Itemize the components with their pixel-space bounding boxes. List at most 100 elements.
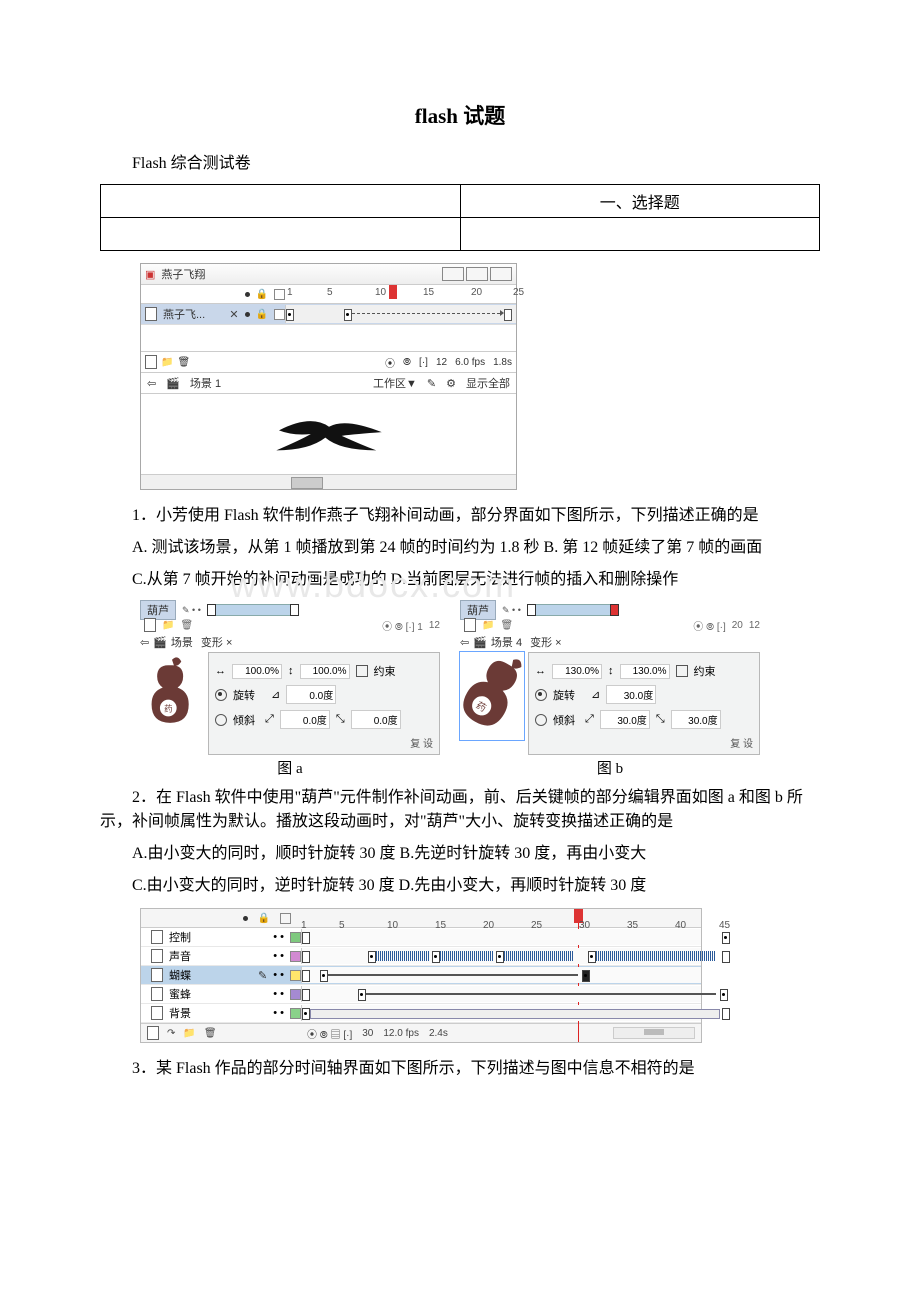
layer-name: 控制 bbox=[169, 929, 191, 945]
new-layer-icon bbox=[144, 618, 156, 632]
edit-scene-icon: ✎ bbox=[427, 377, 436, 390]
eye-icon bbox=[245, 292, 250, 297]
skew-h: 0.0度 bbox=[280, 710, 330, 729]
outline-box-icon bbox=[274, 289, 285, 300]
keyframe-icon bbox=[610, 604, 619, 616]
frame-ruler: 1 5 10 15 20 25 bbox=[285, 285, 516, 303]
scene-label: 场景 bbox=[171, 634, 193, 650]
layer-icon bbox=[151, 930, 163, 944]
figure-2b: 葫芦 ✎ • • 📁 🗑 ⦿ ⦾ [·] 20 12 ⇦ 🎬 场景 4 变形 × bbox=[460, 602, 760, 778]
color-box-icon bbox=[290, 951, 301, 962]
constrain-label: 约束 bbox=[374, 663, 396, 679]
layer-icon bbox=[151, 1006, 163, 1020]
layer-track bbox=[285, 305, 516, 323]
q2-stem: 2．在 Flash 软件中使用"葫芦"元件制作补间动画，前、后关键帧的部分编辑界… bbox=[100, 786, 820, 834]
q1-stem: 1．小芳使用 Flash 软件制作燕子飞翔补间动画，部分界面如下图所示，下列描述… bbox=[100, 504, 820, 528]
constrain-check bbox=[676, 665, 688, 677]
workarea-dropdown: 工作区▼ bbox=[373, 375, 417, 391]
scene-label: 场景 1 bbox=[190, 375, 221, 391]
intro-line: Flash 综合测试卷 bbox=[100, 152, 820, 176]
app-icon: ▣ bbox=[145, 268, 155, 281]
skew-v: 30.0度 bbox=[671, 710, 721, 729]
minimize-icon bbox=[442, 267, 464, 281]
bracket-icon: [·] bbox=[419, 357, 428, 368]
figure-label-b: 图 b bbox=[460, 757, 760, 778]
q2-option-cd: C.由小变大的同时，逆时针旋转 30 度 D.先由小变大，再顺时针旋转 30 度 bbox=[100, 874, 820, 898]
ruler-tick: 20 bbox=[471, 287, 482, 298]
color-box-icon bbox=[290, 932, 301, 943]
scale-w: 100.0% bbox=[232, 664, 282, 679]
skew-h: 30.0度 bbox=[600, 710, 650, 729]
section-table: 一、选择题 bbox=[100, 184, 820, 251]
ruler-tick: 15 bbox=[423, 287, 434, 298]
edit-symbol-icon: ⚙ bbox=[446, 377, 456, 390]
time-readout: 1.8s bbox=[493, 357, 512, 368]
gourd-thumb-selected: 药 bbox=[460, 652, 524, 740]
scene-icon: 🎬 bbox=[153, 636, 167, 649]
pencil-icon: ✎ • • bbox=[182, 605, 201, 616]
playhead-icon bbox=[389, 285, 397, 299]
pencil-icon: ✎ • • bbox=[502, 605, 521, 616]
layer-icon bbox=[151, 968, 163, 982]
trash-icon: 🗑 bbox=[180, 620, 193, 631]
transform-tab: 变形 × bbox=[201, 634, 232, 650]
ruler-20: 20 bbox=[732, 620, 743, 631]
scale-h: 100.0% bbox=[300, 664, 350, 679]
back-icon: ⇦ bbox=[147, 377, 156, 390]
trash-icon: 🗑 bbox=[177, 357, 190, 368]
panel-footer: 复 设 bbox=[215, 735, 433, 750]
ruler-tick: 5 bbox=[327, 287, 333, 298]
section-cell bbox=[101, 218, 461, 251]
tween-span bbox=[527, 604, 619, 616]
current-frame: 12 bbox=[436, 357, 447, 368]
layer-icon bbox=[145, 307, 157, 321]
rotate-radio bbox=[215, 689, 227, 701]
new-layer-icon bbox=[464, 618, 476, 632]
layer-name: 声音 bbox=[169, 948, 191, 964]
color-box-icon bbox=[290, 1008, 301, 1019]
eye-icon bbox=[243, 916, 248, 921]
gourd-thumb: 药 bbox=[140, 652, 204, 740]
section-cell bbox=[101, 185, 461, 218]
color-box-icon bbox=[290, 989, 301, 1000]
outline-box-icon bbox=[280, 913, 291, 924]
ruler-tick: 1 bbox=[287, 287, 293, 298]
rotate-label: 旋转 bbox=[553, 687, 575, 703]
back-icon: ⇦ bbox=[140, 636, 149, 649]
skew-v: 0.0度 bbox=[351, 710, 401, 729]
rotate-value: 30.0度 bbox=[606, 685, 656, 704]
layer-icon bbox=[151, 987, 163, 1001]
panel-footer: 复 设 bbox=[535, 735, 753, 750]
q1-option-ab: A. 测试该场景，从第 1 帧播放到第 24 帧的时间约为 1.8 秒 B. 第… bbox=[100, 536, 820, 560]
folder-icon: 📁 bbox=[183, 1028, 195, 1039]
lock-state-icon: ✕ bbox=[229, 308, 238, 321]
layer-dot-icon bbox=[245, 312, 250, 317]
scale-h: 130.0% bbox=[620, 664, 670, 679]
folder-icon: 📁 bbox=[161, 357, 173, 368]
current-frame: 30 bbox=[362, 1028, 373, 1039]
rotate-label: 旋转 bbox=[233, 687, 255, 703]
onion-icon: ⦿ bbox=[385, 355, 395, 370]
window-title: 燕子飞翔 bbox=[161, 266, 205, 282]
q2-option-ab: A.由小变大的同时，顺时针旋转 30 度 B.先逆时针旋转 30 度，再由小变大 bbox=[100, 842, 820, 866]
ruler-tick: 25 bbox=[513, 287, 524, 298]
figure-2a: 葫芦 ✎ • • 📁 🗑 ⦿ ⦾ [·] 1 12 ⇦ 🎬 场景 变形 × bbox=[140, 602, 440, 778]
skew-radio bbox=[535, 714, 547, 726]
q3-stem: 3．某 Flash 作品的部分时间轴界面如下图所示，下列描述与图中信息不相符的是 bbox=[100, 1057, 820, 1081]
q1-option-cd: C.从第 7 帧开始的补间动画是成功的 D.当前图层无法进行帧的插入和删除操作 bbox=[100, 568, 820, 592]
folder-icon: 📁 bbox=[162, 620, 174, 631]
stage-area bbox=[141, 393, 516, 474]
fps-readout: 12.0 fps bbox=[383, 1028, 419, 1039]
stage-scrollbar bbox=[141, 474, 516, 489]
folder-icon: 📁 bbox=[482, 620, 494, 631]
zoom-dropdown: 显示全部 bbox=[466, 375, 510, 391]
page-title: flash 试题 bbox=[100, 100, 820, 130]
outline-box-icon bbox=[274, 309, 285, 320]
transform-panel: ↔130.0% ↕130.0% 约束 旋转 ⊿ 30.0度 倾斜 bbox=[528, 652, 760, 755]
skew-label: 倾斜 bbox=[233, 712, 255, 728]
time-readout: 2.4s bbox=[429, 1028, 448, 1039]
layer-name: 燕子飞... bbox=[163, 306, 205, 322]
tween-span bbox=[207, 604, 299, 616]
keyframe-icon bbox=[290, 604, 299, 616]
layer-label: 葫芦 bbox=[460, 600, 496, 620]
